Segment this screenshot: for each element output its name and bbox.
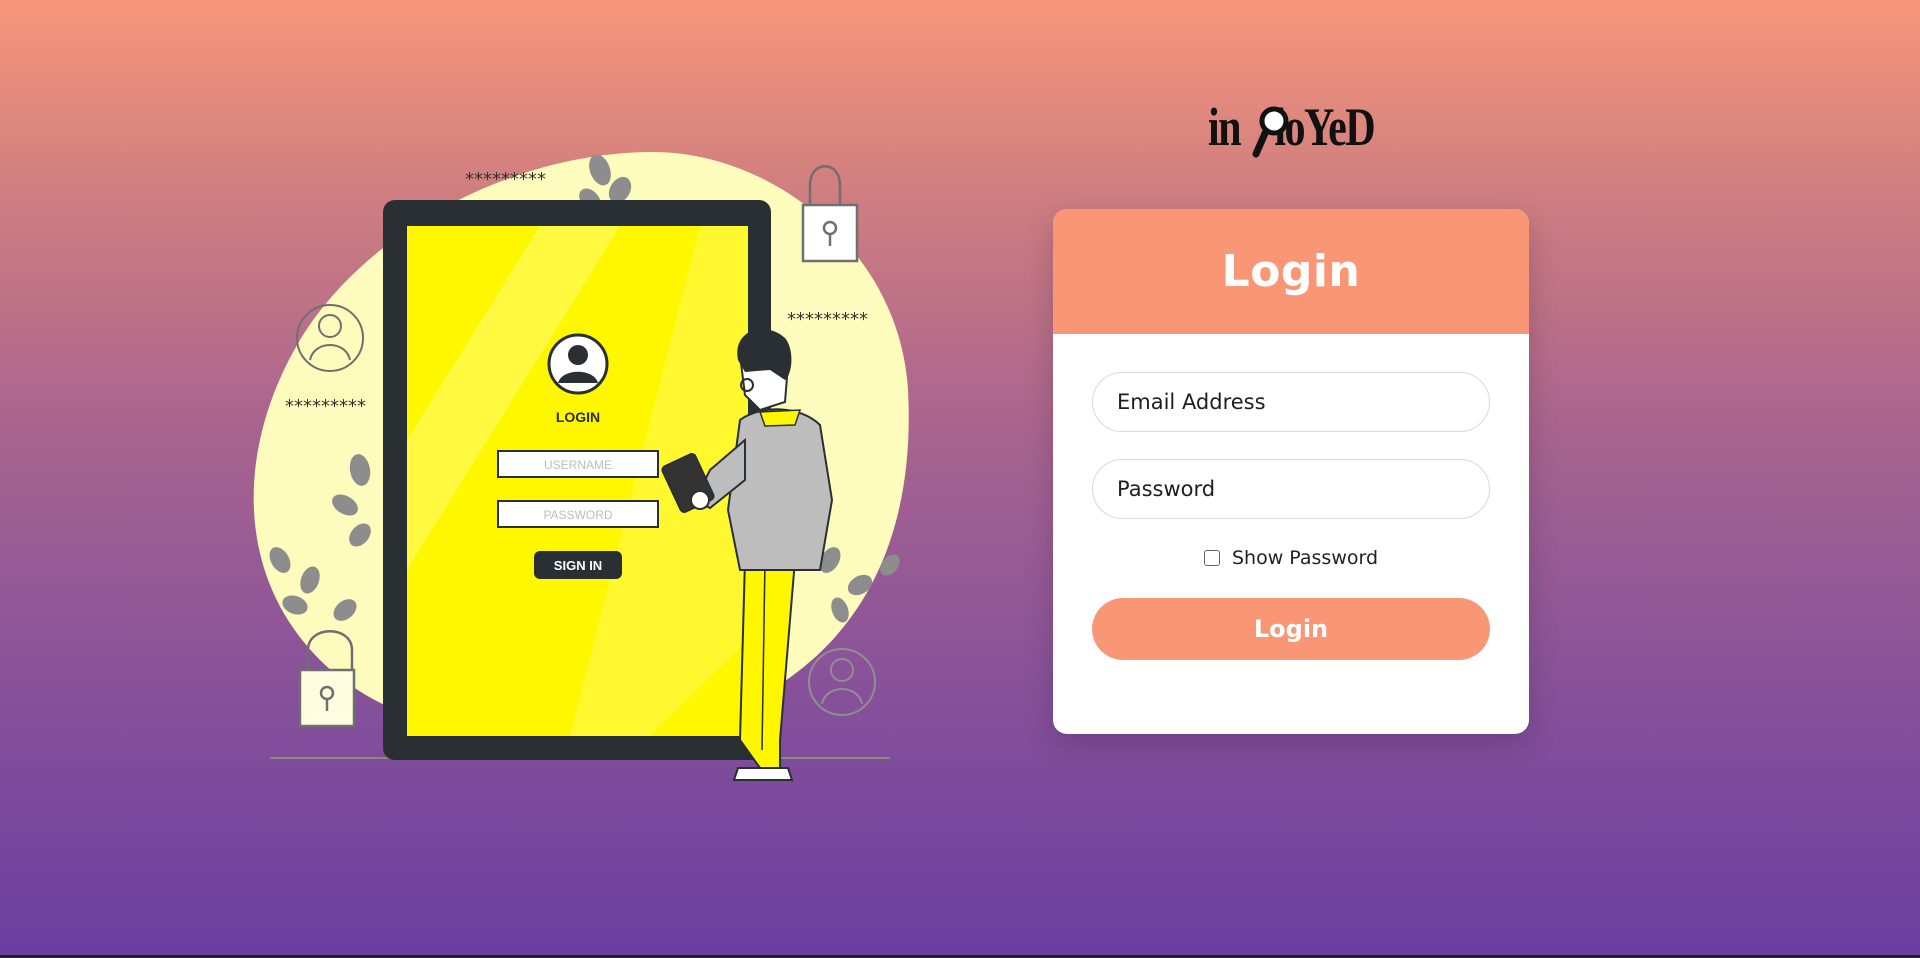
email-input[interactable] (1092, 372, 1490, 432)
show-password-row: Show Password (1053, 547, 1529, 569)
stars-right: ********* (787, 309, 868, 330)
show-password-checkbox[interactable] (1203, 550, 1220, 566)
screen-password-text: PASSWORD (543, 508, 612, 522)
padlock-icon (801, 165, 859, 263)
screen-login-text: LOGIN (556, 409, 600, 425)
password-input[interactable] (1092, 459, 1490, 519)
login-card-header: Login (1053, 209, 1529, 334)
login-button[interactable]: Login (1092, 598, 1490, 660)
user-circle-icon (808, 648, 876, 716)
stars-top: ********* (465, 169, 546, 190)
login-illustration: LOGIN USERNAME PASSWORD SIGN IN ********… (253, 151, 909, 781)
show-password-label[interactable]: Show Password (1232, 547, 1378, 569)
screen-signin-text: SIGN IN (554, 558, 602, 573)
screen-username-text: USERNAME (544, 458, 612, 472)
magnifier-icon (1252, 106, 1289, 158)
brand-logo: in loYeD (1208, 96, 1376, 158)
stars-left: ********* (285, 396, 366, 417)
login-card: Login Show Password Login (1053, 209, 1529, 734)
logo-text-left: in (1208, 97, 1242, 157)
login-title: Login (1221, 246, 1361, 297)
